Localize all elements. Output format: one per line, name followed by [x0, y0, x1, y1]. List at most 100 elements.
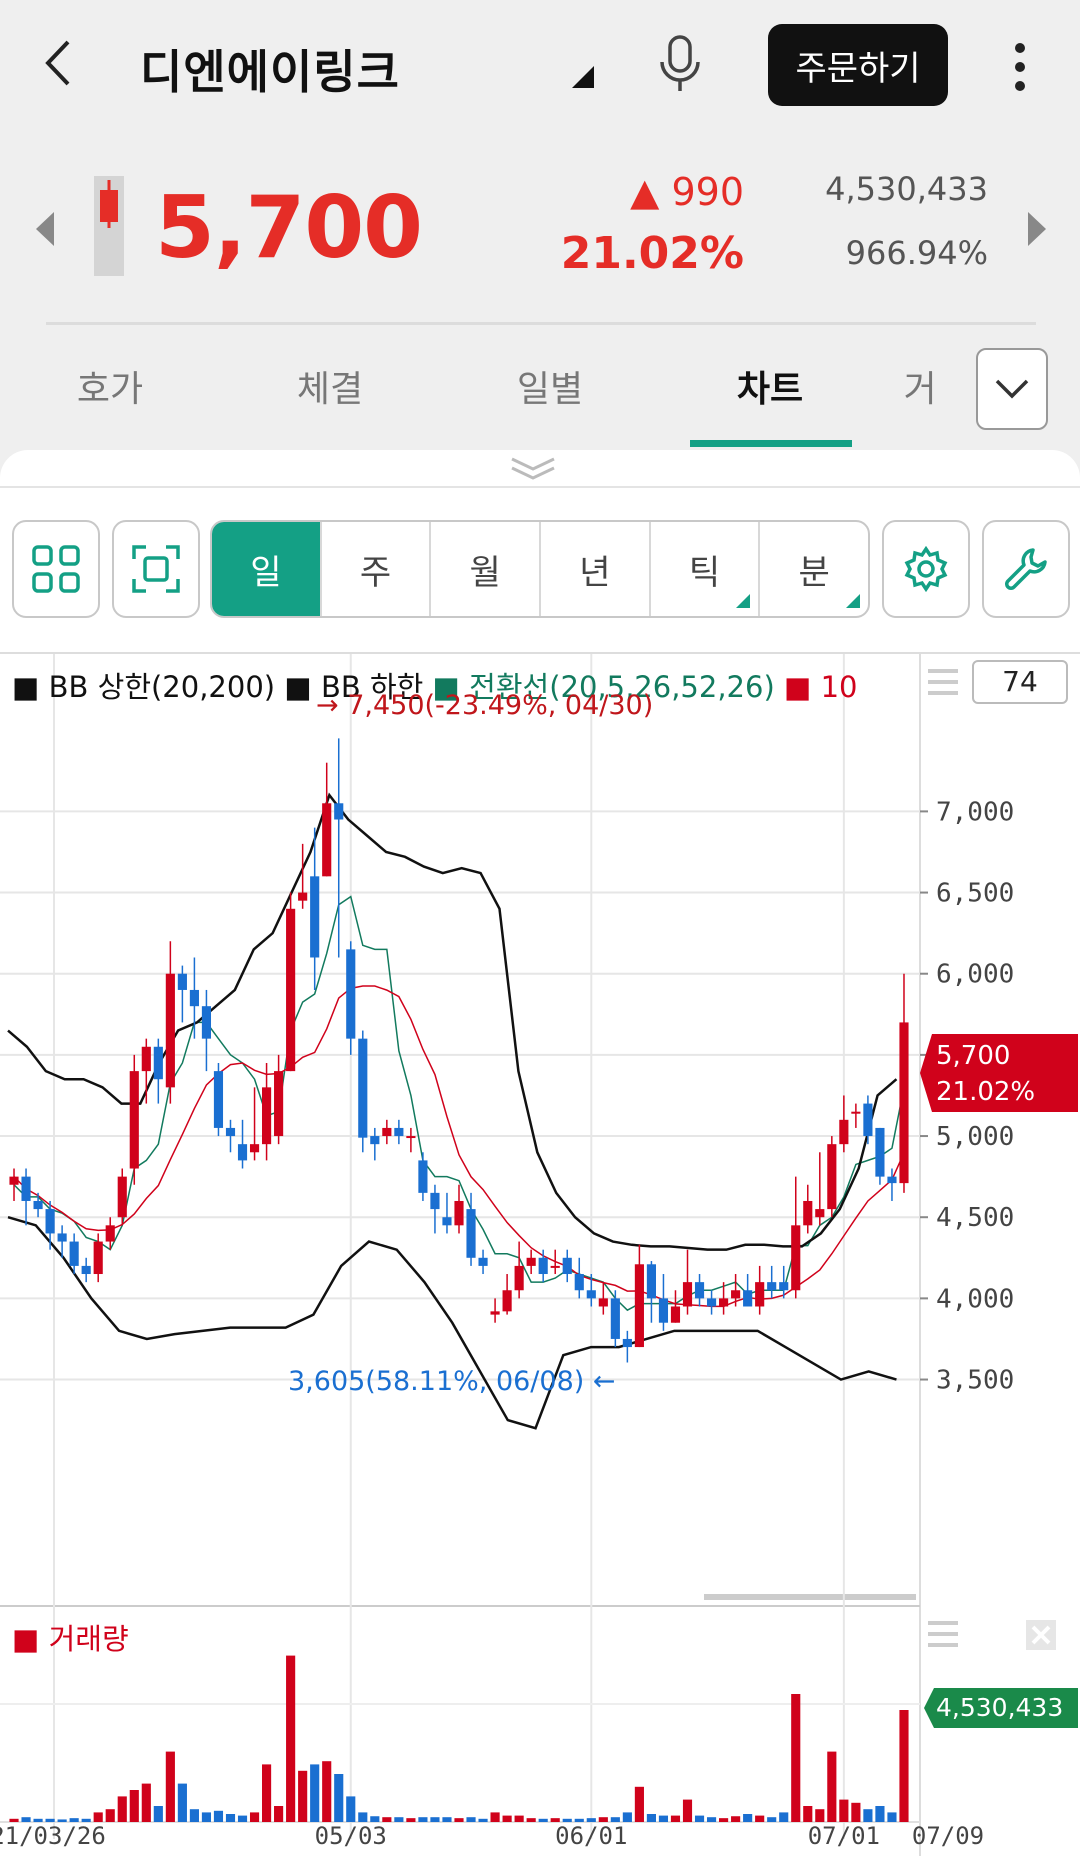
volume-bar [526, 1818, 536, 1822]
candle-body [466, 1209, 476, 1258]
volume-bar [81, 1818, 91, 1822]
candle-body [815, 1209, 825, 1218]
volume-bar [418, 1817, 428, 1822]
x-tick-label: 07/01 [808, 1822, 880, 1850]
sheet-divider [0, 486, 1080, 488]
candle-body [310, 876, 320, 958]
volume-bar [262, 1764, 272, 1822]
layout-grid-button[interactable] [12, 520, 100, 618]
volume-bar [863, 1809, 873, 1822]
candle-body [887, 1176, 897, 1184]
stock-title[interactable]: 디엔에이링크 [140, 36, 400, 102]
candle-body [514, 1265, 524, 1291]
period-minute[interactable]: 분 [760, 522, 868, 616]
volume-bar [538, 1818, 548, 1822]
period-day[interactable]: 일 [212, 522, 322, 616]
candle-body [791, 1225, 801, 1291]
candle-count-box[interactable]: 74 [972, 660, 1068, 704]
volume-bar [490, 1812, 500, 1822]
volume-bar [370, 1816, 380, 1822]
volume-bar [69, 1818, 79, 1822]
volume-bar [550, 1818, 560, 1822]
volume-bar [694, 1815, 705, 1822]
submenu-corner-icon [846, 594, 861, 608]
volume-bar [767, 1817, 777, 1822]
volume-bar [394, 1817, 404, 1822]
volume-bar [298, 1770, 308, 1822]
candle-body [346, 949, 356, 1039]
chart-tools-button[interactable] [982, 520, 1070, 618]
volume-bar [322, 1761, 332, 1822]
volume-legend: ■ 거래량 [12, 1616, 129, 1658]
legend-ma: 10 [820, 670, 858, 704]
close-volume-icon[interactable] [1026, 1620, 1056, 1650]
back-icon[interactable] [40, 38, 80, 88]
tab-trades[interactable]: 체결 [230, 360, 430, 412]
sheet-handle-icon[interactable] [508, 456, 558, 482]
tab-more[interactable]: 거 [880, 360, 960, 412]
volume-bar [225, 1814, 236, 1822]
volume-bar [237, 1815, 248, 1822]
order-button[interactable]: 주문하기 [768, 24, 948, 106]
volume-bar [478, 1818, 488, 1822]
period-year[interactable]: 년 [541, 522, 651, 616]
fullscreen-button[interactable] [112, 520, 200, 618]
tab-chart[interactable]: 차트 [670, 360, 870, 412]
candle-body [370, 1136, 380, 1145]
candle-body [574, 1274, 584, 1291]
candlestick-chart[interactable]: 7,0006,5006,0005,5005,0004,5004,0003,500… [0, 654, 1080, 1856]
period-week[interactable]: 주 [322, 522, 432, 616]
chart-panel[interactable]: 7,0006,5006,0005,5005,0004,5004,0003,500… [0, 652, 1080, 1856]
volume-ratio: 966.94% [845, 234, 988, 272]
tab-daily[interactable]: 일별 [450, 360, 650, 412]
grid-icon [32, 545, 80, 593]
candle-body [875, 1127, 885, 1177]
hamburger-icon[interactable] [928, 668, 958, 696]
volume-bar [755, 1815, 765, 1822]
candle-body [298, 892, 308, 901]
period-month[interactable]: 월 [431, 522, 542, 616]
volume-bar [57, 1819, 67, 1822]
candle-body [779, 1282, 789, 1291]
period-tick[interactable]: 틱 [651, 522, 761, 616]
volume-bar [634, 1786, 644, 1822]
scroll-indicator [704, 1594, 916, 1600]
candle-body [586, 1290, 596, 1299]
candle-body [21, 1176, 31, 1201]
tabs-expand-button[interactable] [976, 348, 1048, 430]
y-tick-label: 4,000 [936, 1284, 1014, 1314]
volume-bar [622, 1812, 632, 1822]
volume-bar [586, 1818, 596, 1822]
candle-body [45, 1209, 55, 1234]
volume-bar [646, 1814, 656, 1822]
candle-body [105, 1225, 115, 1242]
volume-bar [598, 1817, 608, 1822]
volume-bar [117, 1796, 127, 1822]
candle-body [286, 908, 296, 1072]
candle-body [262, 1087, 272, 1145]
candle-body [550, 1265, 560, 1268]
tab-hoga[interactable]: 호가 [10, 360, 210, 412]
candle-body [165, 973, 175, 1088]
chart-settings-button[interactable] [882, 520, 970, 618]
volume-hamburger-icon[interactable] [928, 1620, 958, 1648]
volume-bar [33, 1818, 43, 1822]
next-stock-icon[interactable] [1028, 212, 1046, 246]
dropdown-caret-icon[interactable] [572, 66, 594, 88]
submenu-corner-icon [736, 594, 751, 608]
candle-body [177, 973, 187, 990]
volume-bar [706, 1817, 717, 1822]
microphone-icon[interactable] [655, 34, 705, 94]
candle-body [189, 989, 199, 1007]
prev-stock-icon[interactable] [36, 212, 54, 246]
price-change: ▲ 990 [630, 170, 744, 214]
period-minute-label: 분 [798, 552, 830, 593]
more-menu-icon[interactable] [1012, 42, 1028, 92]
candle-body [9, 1176, 19, 1185]
candle-body [334, 803, 344, 820]
candle-body [731, 1290, 741, 1299]
gear-icon [904, 546, 948, 592]
candle-body [274, 1071, 284, 1137]
candle-body [755, 1282, 765, 1307]
volume-bar [358, 1812, 368, 1822]
